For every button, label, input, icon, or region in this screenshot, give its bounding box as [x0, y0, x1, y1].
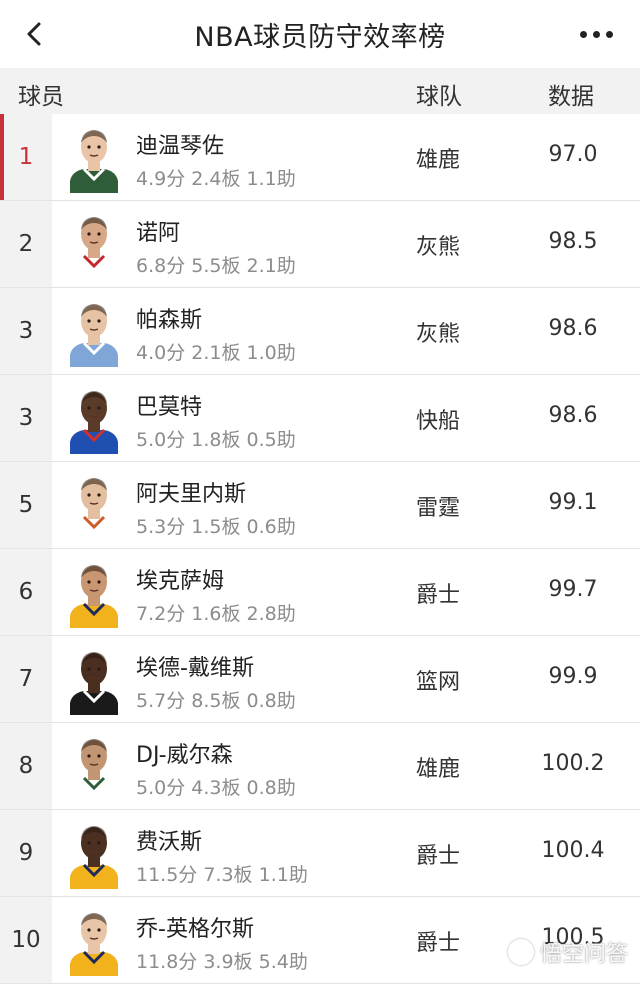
player-avatar	[66, 297, 122, 367]
defensive-rating: 100.4	[541, 838, 605, 863]
dot-icon	[579, 30, 587, 38]
rank-number: 2	[0, 201, 52, 287]
player-team: 爵士	[416, 583, 461, 608]
player-team: 雄鹿	[416, 148, 461, 173]
defensive-rating: 100.2	[541, 751, 605, 776]
ranking-list: 1 迪温琴佐 4.9分 2.4板 1.1助 雄鹿 97.0 2 诺阿 6.8分 5.5板 2.…	[0, 114, 640, 984]
player-name: 帕森斯	[136, 308, 203, 333]
player-name: 费沃斯	[136, 830, 203, 855]
table-row[interactable]: 8 DJ-威尔森 5.0分 4.3板 0.8助 雄鹿 100.2	[0, 723, 640, 810]
player-avatar	[66, 210, 122, 280]
defensive-rating: 98.5	[548, 229, 598, 254]
defensive-rating: 98.6	[548, 403, 598, 428]
table-row[interactable]: 6 埃克萨姆 7.2分 1.6板 2.8助 爵士 99.7	[0, 549, 640, 636]
rank-number: 3	[0, 375, 52, 461]
player-stats: 5.0分 4.3板 0.8助	[136, 777, 296, 799]
table-row[interactable]: 2 诺阿 6.8分 5.5板 2.1助 灰熊 98.5	[0, 201, 640, 288]
rank-number: 10	[0, 897, 52, 983]
table-row[interactable]: 5 阿夫里内斯 5.3分 1.5板 0.6助 雷霆 99.1	[0, 462, 640, 549]
wukong-logo-icon	[507, 939, 534, 965]
column-header-team: 球队	[416, 84, 462, 110]
table-row[interactable]: 1 迪温琴佐 4.9分 2.4板 1.1助 雄鹿 97.0	[0, 114, 640, 201]
player-name: DJ-威尔森	[136, 743, 233, 768]
defensive-rating: 98.6	[548, 316, 598, 341]
table-row[interactable]: 7 埃德-戴维斯 5.7分 8.5板 0.8助 篮网 99.9	[0, 636, 640, 723]
watermark-text: 悟空问答	[539, 942, 628, 967]
table-row[interactable]: 3 帕森斯 4.0分 2.1板 1.0助 灰熊 98.6	[0, 288, 640, 375]
player-avatar	[66, 558, 122, 628]
player-stats: 11.5分 7.3板 1.1助	[136, 864, 308, 886]
player-avatar	[66, 645, 122, 715]
defensive-rating: 97.0	[548, 142, 598, 167]
rank-number: 7	[0, 636, 52, 722]
watermark: 悟空问答	[507, 936, 628, 968]
dot-icon	[592, 30, 600, 38]
player-stats: 5.7分 8.5板 0.8助	[136, 690, 296, 712]
table-header: 球员 球队 数据	[0, 68, 640, 114]
back-button[interactable]	[18, 18, 50, 50]
player-team: 灰熊	[416, 322, 461, 347]
player-stats: 4.0分 2.1板 1.0助	[136, 342, 296, 364]
player-avatar	[66, 384, 122, 454]
table-row[interactable]: 9 费沃斯 11.5分 7.3板 1.1助 爵士 100.4	[0, 810, 640, 897]
player-team: 篮网	[416, 670, 461, 695]
player-avatar	[66, 123, 122, 193]
player-team: 雷霆	[416, 496, 461, 521]
chevron-left-icon	[27, 22, 41, 46]
player-avatar	[66, 732, 122, 802]
player-team: 爵士	[416, 844, 461, 869]
player-name: 阿夫里内斯	[136, 482, 247, 507]
player-avatar	[66, 819, 122, 889]
player-team: 雄鹿	[416, 757, 461, 782]
player-stats: 4.9分 2.4板 1.1助	[136, 168, 296, 190]
player-name: 诺阿	[136, 221, 181, 246]
rank-number: 3	[0, 288, 52, 374]
player-stats: 6.8分 5.5板 2.1助	[136, 255, 296, 277]
player-avatar	[66, 906, 122, 976]
table-row[interactable]: 3 巴莫特 5.0分 1.8板 0.5助 快船 98.6	[0, 375, 640, 462]
player-stats: 7.2分 1.6板 2.8助	[136, 603, 296, 625]
rank-number: 6	[0, 549, 52, 635]
defensive-rating: 99.1	[548, 490, 598, 515]
player-name: 埃克萨姆	[136, 569, 225, 594]
dot-icon	[605, 30, 613, 38]
column-header-data: 数据	[548, 84, 594, 110]
player-stats: 5.3分 1.5板 0.6助	[136, 516, 296, 538]
player-name: 乔-英格尔斯	[136, 917, 254, 942]
top-bar: NBA球员防守效率榜	[0, 0, 640, 68]
defensive-rating: 99.9	[548, 664, 598, 689]
rank-number: 5	[0, 462, 52, 548]
player-name: 埃德-戴维斯	[136, 656, 254, 681]
player-team: 灰熊	[416, 235, 461, 260]
player-stats: 11.8分 3.9板 5.4助	[136, 951, 308, 973]
player-name: 迪温琴佐	[136, 134, 225, 159]
player-name: 巴莫特	[136, 395, 203, 420]
rank-number: 8	[0, 723, 52, 809]
player-avatar	[66, 471, 122, 541]
column-header-player: 球员	[18, 84, 64, 110]
more-options-button[interactable]	[576, 18, 616, 50]
player-stats: 5.0分 1.8板 0.5助	[136, 429, 296, 451]
player-team: 快船	[416, 409, 461, 434]
player-team: 爵士	[416, 931, 461, 956]
rank-number: 1	[0, 114, 52, 200]
rank-number: 9	[0, 810, 52, 896]
page-title: NBA球员防守效率榜	[194, 21, 446, 53]
defensive-rating: 99.7	[548, 577, 598, 602]
